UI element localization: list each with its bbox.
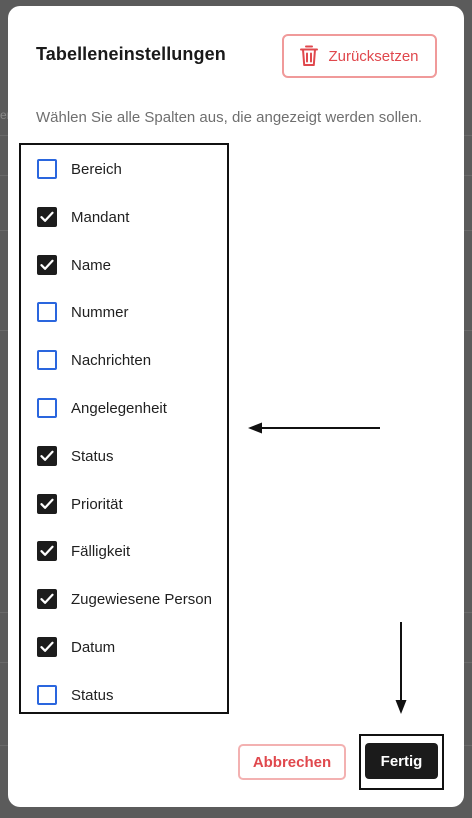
table-settings-dialog: Tabelleneinstellungen Zurücksetzen Wähle… xyxy=(8,6,464,807)
check-icon xyxy=(40,641,54,652)
checkbox-checked[interactable] xyxy=(37,446,57,466)
column-item-label: Status xyxy=(71,686,114,704)
trash-icon xyxy=(300,45,319,67)
column-item-label: Nummer xyxy=(71,303,129,321)
checkbox-checked[interactable] xyxy=(37,494,57,514)
check-icon xyxy=(40,545,54,556)
column-item-nachrichten[interactable]: Nachrichten xyxy=(37,348,151,372)
column-item-label: Zugewiesene Person xyxy=(71,590,212,608)
column-item-zugewiesene-person[interactable]: Zugewiesene Person xyxy=(37,587,212,611)
dialog-title: Tabelleneinstellungen xyxy=(36,44,226,64)
column-item-label: Priorität xyxy=(71,495,123,513)
column-checkbox-list: Bereich Mandant Name Nummer Nachrichten xyxy=(19,143,229,714)
reset-button[interactable]: Zurücksetzen xyxy=(282,34,437,78)
column-item-status-2[interactable]: Status xyxy=(37,683,114,707)
checkbox-unchecked[interactable] xyxy=(37,350,57,370)
checkbox-unchecked[interactable] xyxy=(37,685,57,705)
check-icon xyxy=(40,593,54,604)
check-icon xyxy=(40,450,54,461)
column-item-label: Bereich xyxy=(71,160,122,178)
column-item-nummer[interactable]: Nummer xyxy=(37,300,129,324)
left-arrow-icon xyxy=(248,422,380,434)
column-item-datum[interactable]: Datum xyxy=(37,635,115,659)
checkbox-checked[interactable] xyxy=(37,637,57,657)
checkbox-unchecked[interactable] xyxy=(37,302,57,322)
column-item-label: Angelegenheit xyxy=(71,399,167,417)
column-item-bereich[interactable]: Bereich xyxy=(37,157,122,181)
down-arrow-icon xyxy=(395,622,407,714)
column-item-label: Name xyxy=(71,256,112,274)
column-item-name[interactable]: Name xyxy=(37,253,111,277)
check-icon xyxy=(40,498,54,509)
column-item-label: Nachrichten xyxy=(71,351,152,369)
dialog-subtitle: Wählen Sie alle Spalten aus, die angezei… xyxy=(36,109,423,126)
checkbox-checked[interactable] xyxy=(37,541,57,561)
column-item-angelegenheit[interactable]: Angelegenheit xyxy=(37,396,167,420)
column-item-label: Datum xyxy=(71,638,116,656)
check-icon xyxy=(40,211,54,222)
done-button[interactable]: Fertig xyxy=(365,743,438,779)
column-item-label: Fälligkeit xyxy=(71,542,131,560)
reset-button-label: Zurücksetzen xyxy=(328,47,419,65)
checkbox-checked[interactable] xyxy=(37,255,57,275)
column-item-mandant[interactable]: Mandant xyxy=(37,205,129,229)
cancel-button[interactable]: Abbrechen xyxy=(238,744,346,780)
checkbox-checked[interactable] xyxy=(37,589,57,609)
checkbox-checked[interactable] xyxy=(37,207,57,227)
column-item-status[interactable]: Status xyxy=(37,444,114,468)
column-item-prioritaet[interactable]: Priorität xyxy=(37,492,123,516)
column-item-faelligkeit[interactable]: Fälligkeit xyxy=(37,539,130,563)
check-icon xyxy=(40,259,54,270)
column-item-label: Mandant xyxy=(71,208,130,226)
checkbox-unchecked[interactable] xyxy=(37,398,57,418)
column-item-label: Status xyxy=(71,447,114,465)
checkbox-unchecked[interactable] xyxy=(37,159,57,179)
